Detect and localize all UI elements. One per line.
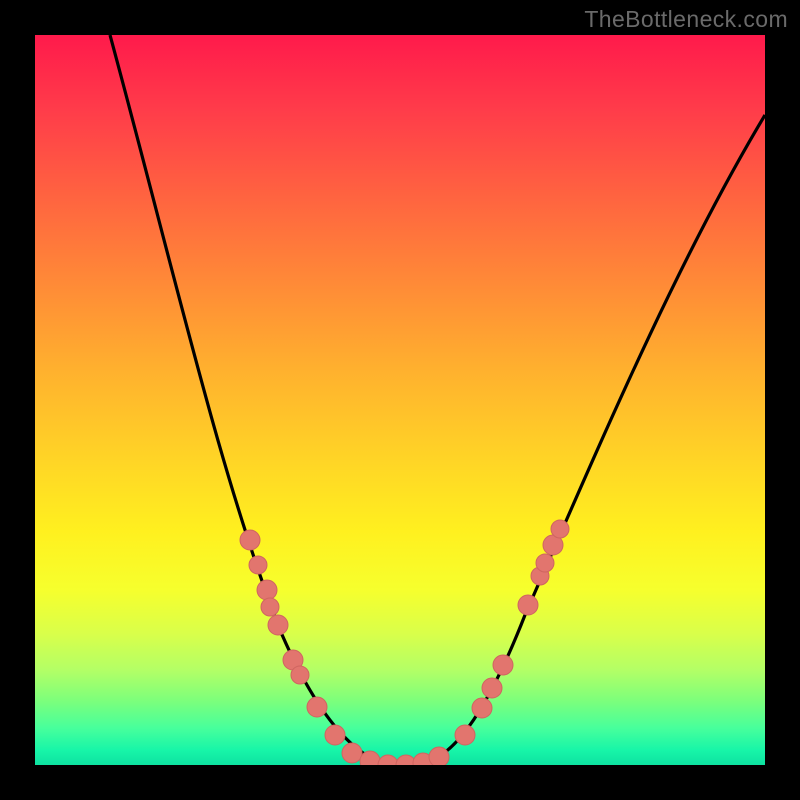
data-marker bbox=[325, 725, 345, 745]
data-marker bbox=[482, 678, 502, 698]
chart-svg bbox=[35, 35, 765, 765]
bottleneck-curve bbox=[110, 35, 765, 765]
data-marker bbox=[536, 554, 554, 572]
data-marker bbox=[378, 755, 398, 765]
data-marker bbox=[261, 598, 279, 616]
data-marker bbox=[240, 530, 260, 550]
outer-frame: TheBottleneck.com bbox=[0, 0, 800, 800]
data-marker bbox=[518, 595, 538, 615]
data-marker bbox=[551, 520, 569, 538]
data-marker bbox=[493, 655, 513, 675]
watermark-text: TheBottleneck.com bbox=[584, 6, 788, 33]
data-marker bbox=[472, 698, 492, 718]
data-marker bbox=[257, 580, 277, 600]
data-marker bbox=[249, 556, 267, 574]
data-marker bbox=[455, 725, 475, 745]
data-marker bbox=[429, 747, 449, 765]
plot-area bbox=[35, 35, 765, 765]
data-marker bbox=[268, 615, 288, 635]
data-marker bbox=[307, 697, 327, 717]
data-marker bbox=[342, 743, 362, 763]
data-marker bbox=[291, 666, 309, 684]
marker-group bbox=[240, 520, 569, 765]
